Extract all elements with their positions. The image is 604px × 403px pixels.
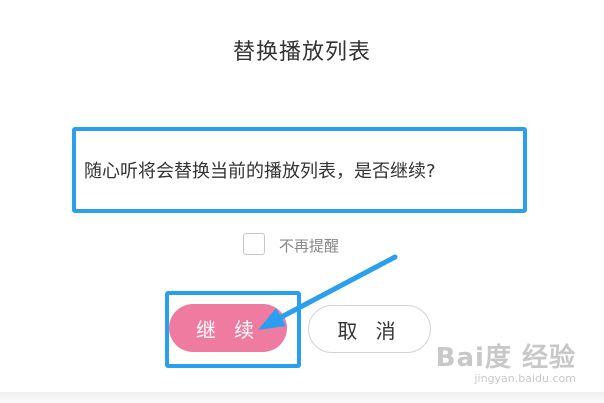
dialog: 替换播放列表 随心听将会替换当前的播放列表，是否继续? 不再提醒 继 续 取 消 bbox=[0, 0, 604, 392]
watermark-logo: Bai度 经验 bbox=[435, 343, 576, 373]
cancel-button[interactable]: 取 消 bbox=[308, 305, 431, 353]
dont-remind-checkbox[interactable] bbox=[243, 233, 265, 255]
dialog-title: 替换播放列表 bbox=[232, 40, 371, 65]
dialog-bottom-edge bbox=[0, 392, 604, 403]
dialog-message: 随心听将会替换当前的播放列表，是否继续? bbox=[84, 161, 436, 182]
dont-remind-label[interactable]: 不再提醒 bbox=[279, 235, 339, 256]
baidu-jingyan-watermark: Bai度 经验 jingyan.baidu.com bbox=[436, 337, 576, 385]
continue-button[interactable]: 继 续 bbox=[169, 304, 287, 352]
